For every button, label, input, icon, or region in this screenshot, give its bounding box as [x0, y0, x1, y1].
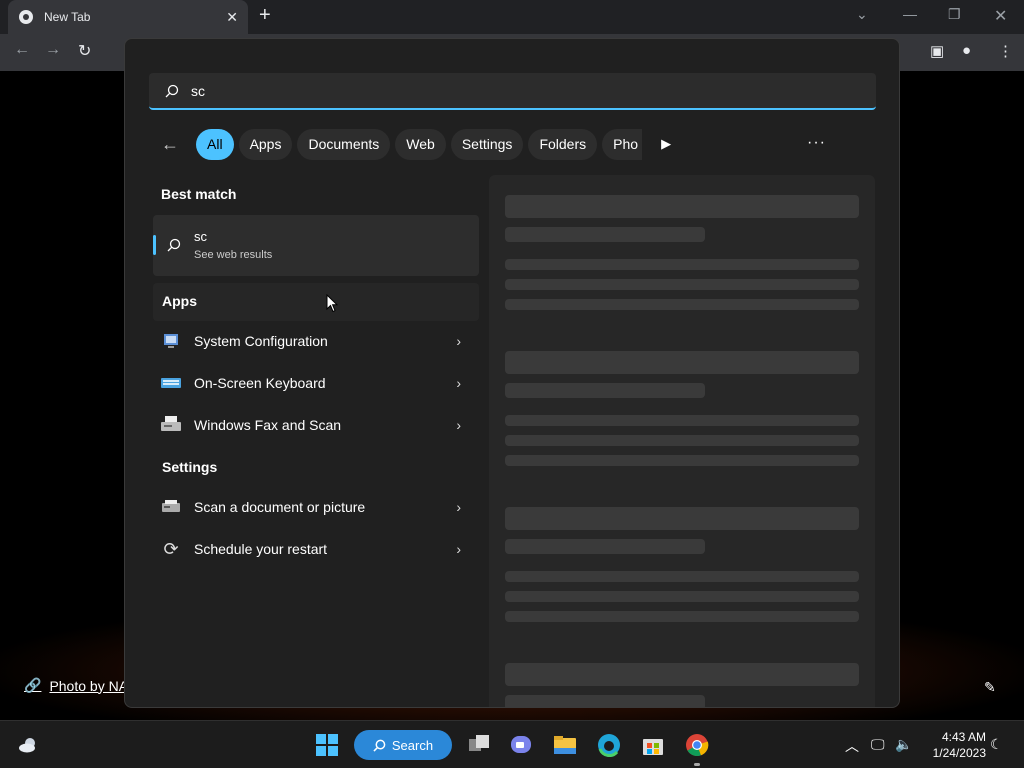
chevron-right-icon[interactable]: ›	[456, 499, 461, 515]
browser-tab[interactable]: New Tab ✕	[8, 0, 248, 34]
chevron-right-icon[interactable]: ›	[456, 375, 461, 391]
mouse-cursor-icon	[326, 294, 338, 313]
profile-icon[interactable]: ●	[962, 42, 971, 59]
skeleton-title	[505, 351, 859, 374]
filter-photos[interactable]: Pho	[602, 128, 643, 160]
system-clock[interactable]: 4:43 AM 1/24/2023	[920, 729, 986, 761]
app-item-on-screen-keyboard[interactable]: On-Screen Keyboard ›	[161, 371, 461, 395]
search-query: sc	[191, 82, 205, 99]
scroll-filters-icon[interactable]: ▶	[661, 136, 671, 152]
filter-documents[interactable]: Documents	[297, 128, 391, 160]
windows-start-icon[interactable]	[315, 733, 339, 757]
best-match-heading: Best match	[161, 186, 237, 202]
show-hidden-icons-icon[interactable]: ︿	[845, 736, 859, 756]
settings-heading: Settings	[162, 459, 218, 475]
skeleton-line	[505, 591, 859, 602]
best-match-subtitle: See web results	[194, 249, 273, 261]
scanner-icon	[161, 497, 181, 517]
skeleton-line	[505, 415, 859, 426]
skeleton-title	[505, 663, 859, 686]
file-explorer-icon[interactable]	[553, 733, 577, 757]
chevron-right-icon[interactable]: ›	[456, 541, 461, 557]
chrome-taskbar-icon[interactable]	[685, 733, 709, 757]
menu-icon[interactable]: ⋮	[998, 42, 1013, 60]
start-search-panel: sc ← All Apps Documents Web Settings Fol…	[124, 38, 900, 708]
skeleton-line	[505, 299, 859, 310]
skeleton-title	[505, 195, 859, 218]
system-configuration-icon	[161, 331, 181, 351]
browser-tab-bar: New Tab ✕ + ⌄ — ❐ ✕	[0, 0, 1024, 34]
back-icon[interactable]: ←	[14, 41, 30, 59]
chrome-icon	[19, 10, 33, 24]
skeleton-line	[505, 279, 859, 290]
taskbar: Search ︿ 🖵 🔈 4:43 AM 1/24/2023 ☾	[0, 720, 1024, 768]
teams-chat-icon[interactable]	[509, 733, 533, 757]
volume-icon[interactable]: 🔈	[895, 736, 912, 753]
search-filters: ← All Apps Documents Web Settings Folder…	[161, 128, 671, 160]
search-icon	[373, 739, 386, 752]
customize-pencil-icon[interactable]: ✎	[984, 679, 996, 696]
reload-icon[interactable]: ↻	[78, 41, 91, 61]
keyboard-icon	[161, 373, 181, 393]
skeleton-title	[505, 507, 859, 530]
chevron-right-icon[interactable]: ›	[456, 417, 461, 433]
network-icon[interactable]: 🖵	[871, 736, 885, 753]
microsoft-store-icon[interactable]	[641, 733, 665, 757]
running-indicator	[694, 763, 700, 766]
filter-all[interactable]: All	[196, 128, 234, 160]
preview-pane-loading	[489, 175, 875, 707]
selection-indicator	[153, 235, 156, 255]
new-tab-icon[interactable]: +	[259, 4, 271, 27]
weather-icon[interactable]	[16, 733, 40, 757]
skeleton-line	[505, 695, 705, 707]
tab-search-icon[interactable]: ⌄	[856, 6, 868, 23]
filter-folders[interactable]: Folders	[528, 128, 598, 160]
back-arrow-icon[interactable]: ←	[161, 134, 185, 155]
focus-assist-moon-icon[interactable]: ☾	[990, 736, 1003, 753]
taskbar-search-button[interactable]: Search	[354, 730, 452, 760]
skeleton-line	[505, 227, 705, 242]
search-icon	[165, 84, 179, 97]
filter-apps[interactable]: Apps	[238, 128, 293, 160]
settings-item-scan-document[interactable]: Scan a document or picture ›	[161, 495, 461, 519]
restart-icon: ⟳	[163, 538, 179, 559]
clock-date: 1/24/2023	[932, 746, 986, 760]
photo-credit-link[interactable]: 🔗 Photo by NA	[24, 677, 128, 694]
filter-web[interactable]: Web	[395, 128, 446, 160]
chevron-right-icon[interactable]: ›	[456, 333, 461, 349]
window-close-icon[interactable]: ✕	[994, 6, 1007, 26]
fax-scanner-icon	[161, 415, 181, 435]
skeleton-line	[505, 571, 859, 582]
settings-item-schedule-restart[interactable]: ⟳ Schedule your restart ›	[161, 537, 461, 561]
apps-heading-hover	[153, 283, 479, 321]
apps-heading: Apps	[162, 293, 197, 309]
skeleton-line	[505, 455, 859, 466]
skeleton-line	[505, 259, 859, 270]
skeleton-line	[505, 435, 859, 446]
restore-icon[interactable]: ❐	[948, 6, 961, 23]
edge-icon[interactable]	[597, 733, 621, 757]
search-input[interactable]: sc	[149, 73, 876, 110]
side-panel-icon[interactable]: ▣	[930, 42, 944, 60]
app-item-system-configuration[interactable]: System Configuration ›	[161, 329, 461, 353]
task-view-icon[interactable]	[467, 733, 491, 757]
filter-settings[interactable]: Settings	[450, 128, 524, 160]
clock-time: 4:43 AM	[941, 730, 986, 744]
best-match-title: sc	[194, 229, 207, 244]
tab-title: New Tab	[44, 10, 91, 24]
link-icon: 🔗	[24, 677, 42, 693]
skeleton-line	[505, 539, 705, 554]
forward-icon[interactable]: →	[45, 41, 61, 59]
skeleton-line	[505, 611, 859, 622]
more-options-icon[interactable]: ···	[807, 134, 826, 152]
app-item-windows-fax-and-scan[interactable]: Windows Fax and Scan ›	[161, 413, 461, 437]
minimize-icon[interactable]: —	[903, 6, 917, 22]
best-match-item[interactable]: sc See web results	[153, 215, 479, 276]
search-icon	[167, 238, 181, 252]
tab-close-icon[interactable]: ✕	[226, 9, 238, 26]
skeleton-line	[505, 383, 705, 398]
